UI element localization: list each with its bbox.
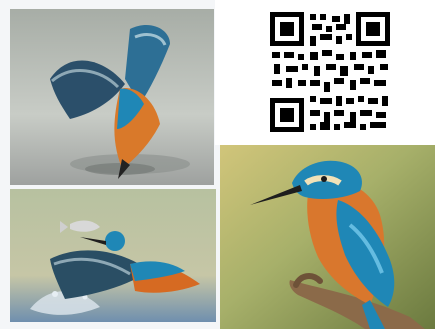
kingfisher-perched-illustration	[220, 145, 435, 329]
photo-kingfisher-catching-fish	[10, 189, 216, 322]
kingfisher-fish-illustration	[10, 189, 216, 322]
photo-kingfisher-perched	[220, 145, 435, 329]
qr-code-icon	[215, 0, 435, 145]
photo-kingfisher-diving	[10, 9, 214, 185]
kingfisher-diving-illustration	[10, 9, 214, 185]
qr-code-panel	[215, 0, 435, 145]
